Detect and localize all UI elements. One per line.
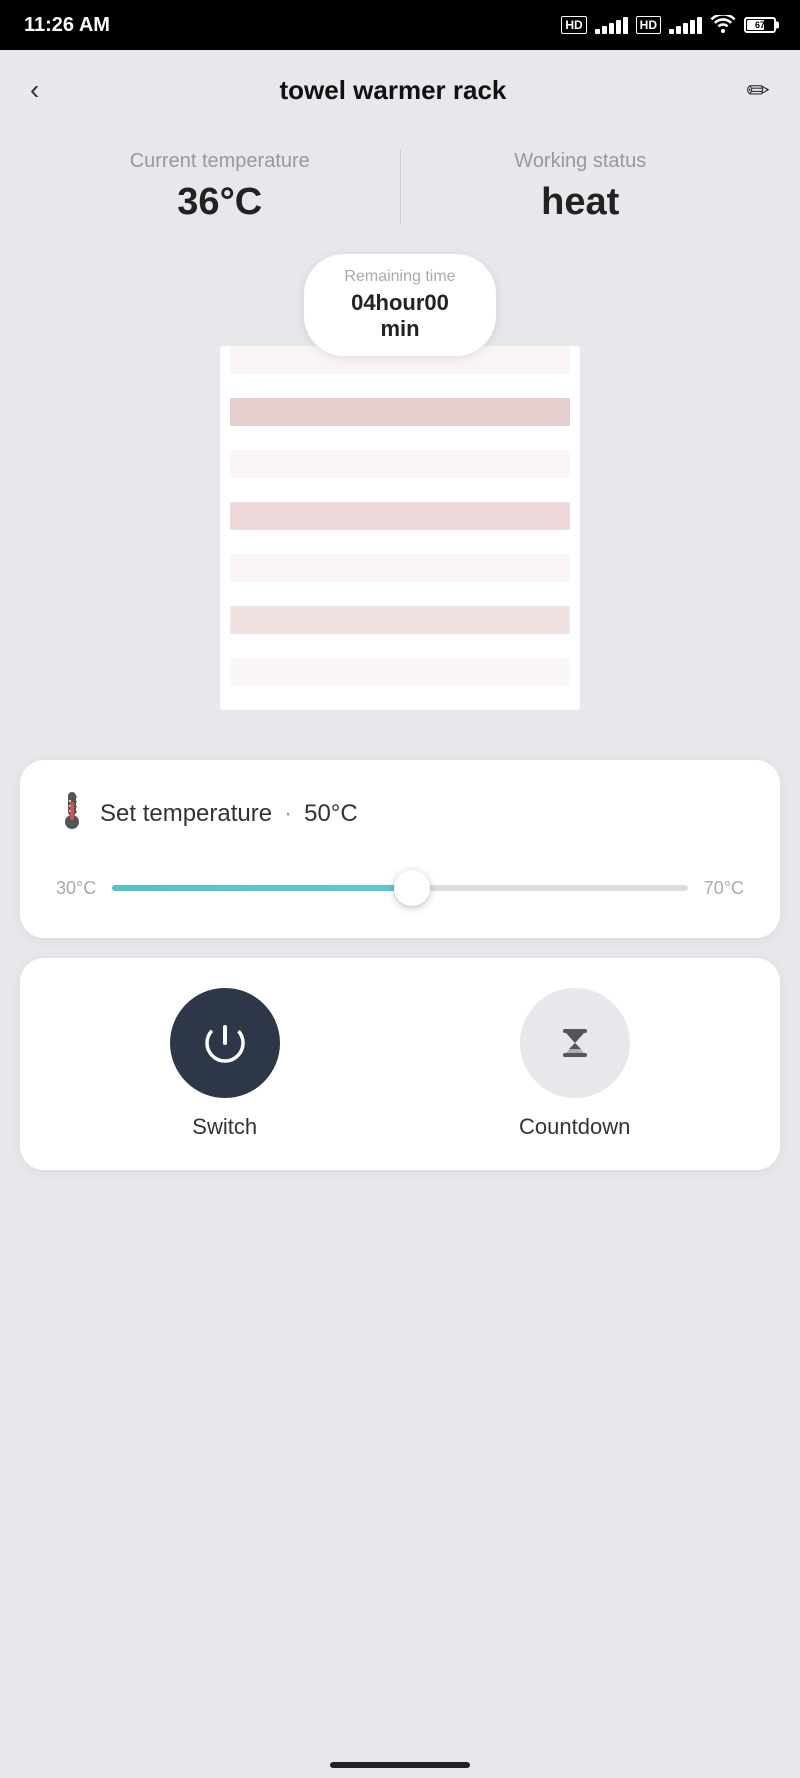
current-temp-col: Current temperature 36°C (40, 150, 401, 224)
switch-button[interactable] (170, 988, 280, 1098)
rack-row-2 (220, 398, 580, 450)
rack-visual (220, 346, 580, 710)
switch-label: Switch (192, 1114, 257, 1140)
status-bar: 11:26 AM HD HD 67 (0, 0, 800, 50)
remaining-bubble: Remaining time 04hour00 min (304, 254, 495, 356)
controls-card: Switch Countdown (20, 958, 780, 1170)
working-status-label: Working status (514, 150, 646, 173)
temp-separator: · (284, 800, 292, 828)
temp-min-label: 30°C (56, 878, 96, 899)
info-section: Current temperature 36°C Working status … (0, 130, 800, 254)
countdown-label: Countdown (519, 1114, 630, 1140)
hd-badge: HD (561, 16, 586, 34)
status-time: 11:26 AM (24, 14, 110, 37)
countdown-control[interactable]: Countdown (519, 988, 630, 1140)
battery-icon: 67 (744, 17, 776, 33)
remaining-time-label: Remaining time (344, 268, 455, 286)
rack-row-3 (220, 450, 580, 502)
countdown-button[interactable] (520, 988, 630, 1098)
signal-bars-2 (669, 17, 702, 34)
rack-row-5 (220, 554, 580, 606)
slider-track (112, 885, 688, 891)
working-status-value: heat (541, 181, 619, 224)
header: ‹ towel warmer rack ✏ (0, 50, 800, 130)
thermo-svg (56, 790, 88, 830)
remaining-time-value: 04hour00 min (344, 290, 455, 342)
edit-button[interactable]: ✏ (747, 74, 770, 107)
temp-header: Set temperature · 50°C (56, 790, 744, 838)
page-title: towel warmer rack (279, 75, 506, 106)
temp-max-label: 70°C (704, 878, 744, 899)
status-icons: HD HD 67 (561, 15, 776, 35)
rack-row-4 (220, 502, 580, 554)
switch-control[interactable]: Switch (170, 988, 280, 1140)
hd-badge-2: HD (636, 16, 661, 34)
rack-row-6 (220, 606, 580, 658)
current-temp-value: 36°C (177, 181, 262, 224)
hourglass-icon (553, 1021, 597, 1065)
remaining-container: Remaining time 04hour00 min (0, 254, 800, 356)
slider-thumb[interactable] (394, 870, 430, 906)
power-icon (199, 1017, 251, 1069)
thermometer-icon (56, 790, 88, 838)
home-indicator (330, 1762, 470, 1768)
temperature-slider[interactable] (112, 868, 688, 908)
temp-set-value: 50°C (304, 800, 358, 828)
temperature-card: Set temperature · 50°C 30°C 70°C (20, 760, 780, 938)
back-button[interactable]: ‹ (30, 74, 39, 106)
temp-label: Set temperature (100, 800, 272, 828)
rack-row-7 (220, 658, 580, 710)
signal-bars-1 (595, 17, 628, 34)
wifi-icon (710, 15, 736, 35)
slider-fill (112, 885, 411, 891)
working-status-col: Working status heat (401, 150, 761, 224)
temperature-slider-container: 30°C 70°C (56, 868, 744, 908)
current-temp-label: Current temperature (130, 150, 310, 173)
